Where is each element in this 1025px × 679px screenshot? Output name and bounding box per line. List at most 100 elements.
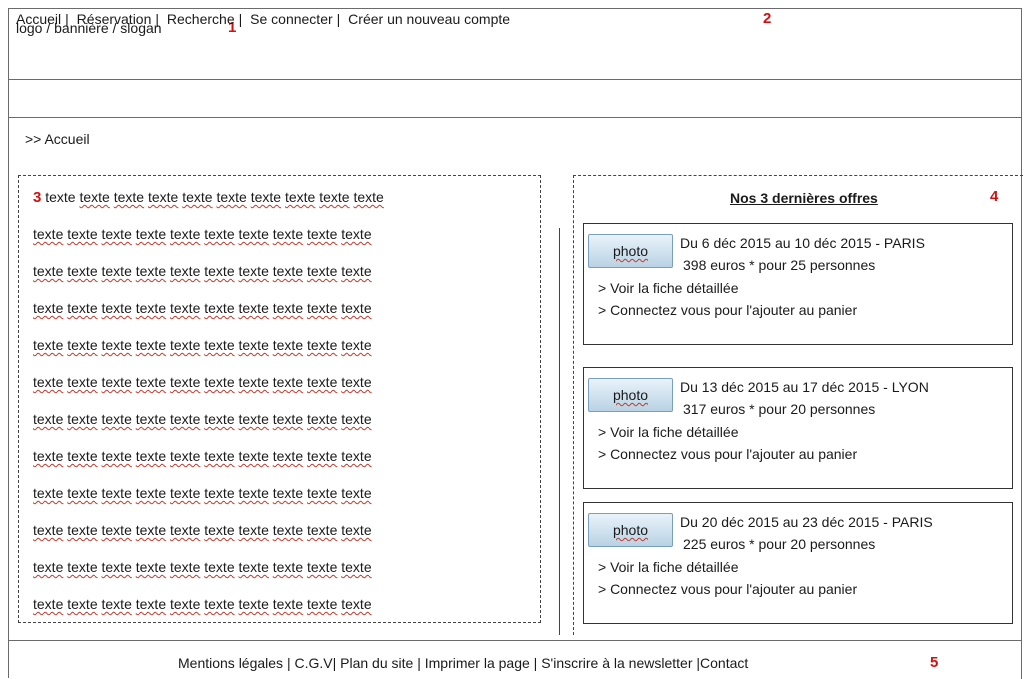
text-word: texte	[238, 226, 269, 242]
text-word: texte	[101, 374, 132, 390]
nav-link-reservation[interactable]: Réservation	[77, 11, 152, 27]
zone-marker-5: 5	[930, 654, 939, 671]
text-word: texte	[272, 596, 304, 612]
text-line: texte texte texte texte texte texte text…	[33, 594, 538, 614]
text-word: texte	[272, 448, 304, 464]
text-word: texte	[341, 411, 372, 427]
offer-price: 225 euros * pour 20 personnes	[683, 536, 876, 552]
photo-button[interactable]: photo	[588, 513, 673, 547]
text-word: texte	[135, 300, 167, 316]
offer-cart-link[interactable]: > Connectez vous pour l'ajouter au panie…	[598, 302, 857, 318]
nav-link-se-connecter[interactable]: Se connecter	[250, 11, 333, 27]
photo-button[interactable]: photo	[588, 378, 673, 412]
text-word: texte	[170, 374, 201, 390]
offer-dates: Du 20 déc 2015 au 23 déc 2015 - PARIS	[680, 514, 933, 530]
offer-details-link[interactable]: > Voir la fiche détaillée	[598, 559, 738, 575]
text-word: texte	[33, 374, 64, 390]
offer-cart-link[interactable]: > Connectez vous pour l'ajouter au panie…	[598, 581, 857, 597]
text-word: texte	[272, 300, 304, 316]
text-word: texte	[33, 337, 64, 353]
text-word: texte	[204, 337, 235, 353]
text-word: texte	[204, 522, 235, 538]
footer-link-contact[interactable]: Contact	[700, 655, 748, 671]
offer-card: photo Du 6 déc 2015 au 10 déc 2015 - PAR…	[583, 223, 1013, 345]
text-line: texte texte texte texte texte texte text…	[33, 372, 538, 392]
nav-link-recherche[interactable]: Recherche	[167, 11, 235, 27]
text-word: texte	[33, 559, 64, 575]
text-word: texte	[67, 411, 98, 427]
zone-marker-3: 3	[33, 189, 42, 206]
text-word: texte	[33, 485, 64, 501]
text-line: texte texte texte texte texte texte text…	[33, 335, 538, 355]
text-word: texte	[182, 189, 213, 205]
text-line: texte texte texte texte texte texte text…	[33, 446, 538, 466]
text-word: texte	[204, 485, 235, 501]
text-word: texte	[79, 189, 110, 205]
text-word: texte	[307, 226, 338, 242]
text-word: texte	[307, 596, 338, 612]
text-word: texte	[307, 448, 338, 464]
text-word: texte	[272, 337, 304, 353]
text-word: texte	[33, 226, 64, 242]
text-word: texte	[101, 337, 132, 353]
offer-cart-link[interactable]: > Connectez vous pour l'ajouter au panie…	[598, 446, 857, 462]
footer-link-imprimer[interactable]: Imprimer la page	[425, 655, 530, 671]
text-word: texte	[341, 448, 372, 464]
text-word: texte	[135, 448, 167, 464]
text-word: texte	[101, 263, 132, 279]
text-word: texte	[170, 522, 201, 538]
offer-details-link[interactable]: > Voir la fiche détaillée	[598, 280, 738, 296]
nav-link-accueil[interactable]: Accueil	[16, 11, 61, 27]
footer-link-newsletter[interactable]: S'inscrire à la newsletter	[541, 655, 692, 671]
text-word: texte	[101, 300, 132, 316]
text-word: texte	[272, 226, 304, 242]
text-word: texte	[341, 337, 372, 353]
column-divider	[559, 228, 560, 635]
text-word: texte	[204, 559, 235, 575]
text-word: texte	[33, 411, 64, 427]
text-word: texte	[135, 485, 167, 501]
text-word: texte	[135, 522, 167, 538]
text-word: texte	[238, 300, 269, 316]
text-line: texte texte texte texte texte texte text…	[33, 298, 538, 318]
text-word: texte	[307, 263, 338, 279]
nav-separator: |	[65, 11, 69, 27]
photo-label: photo	[612, 387, 649, 403]
text-word: texte	[170, 226, 201, 242]
text-lines: 3 texte texte texte texte texte texte te…	[33, 187, 538, 622]
text-word: texte	[101, 448, 132, 464]
offer-details-link[interactable]: > Voir la fiche détaillée	[598, 424, 738, 440]
text-line: texte texte texte texte texte texte text…	[33, 557, 538, 577]
text-word: texte	[238, 374, 269, 390]
text-word: texte	[204, 411, 235, 427]
text-word: texte	[33, 448, 64, 464]
text-word: texte	[272, 374, 304, 390]
text-word: texte	[307, 485, 338, 501]
text-word: texte	[216, 189, 247, 205]
offer-dates: Du 6 déc 2015 au 10 déc 2015 - PARIS	[680, 235, 925, 251]
footer-link-plan[interactable]: Plan du site	[340, 655, 413, 671]
text-word: texte	[341, 559, 372, 575]
offer-price: 398 euros * pour 25 personnes	[683, 257, 876, 273]
text-line: texte texte texte texte texte texte text…	[33, 483, 538, 503]
offer-card: photo Du 20 déc 2015 au 23 déc 2015 - PA…	[583, 502, 1013, 624]
offer-card: photo Du 13 déc 2015 au 17 déc 2015 - LY…	[583, 367, 1013, 489]
nav-separator: |	[336, 11, 341, 27]
text-word: texte	[170, 559, 201, 575]
text-word: texte	[341, 374, 372, 390]
photo-button[interactable]: photo	[588, 234, 673, 268]
text-word: texte	[341, 226, 372, 242]
text-word: texte	[204, 374, 235, 390]
nav-link-creer-compte[interactable]: Créer un nouveau compte	[348, 11, 510, 27]
footer-link-cgv[interactable]: C.G.V	[294, 655, 332, 671]
footer-link-mentions[interactable]: Mentions légales	[178, 655, 283, 671]
text-word: texte	[33, 522, 64, 538]
text-word: texte	[170, 485, 201, 501]
text-word: texte	[33, 300, 64, 316]
offer-dates: Du 13 déc 2015 au 17 déc 2015 - LYON	[680, 379, 929, 395]
text-word: texte	[170, 263, 201, 279]
text-word: texte	[101, 485, 132, 501]
text-line: texte texte texte texte texte texte text…	[33, 409, 538, 429]
text-word: texte	[204, 300, 235, 316]
breadcrumb: >> Accueil	[25, 131, 90, 147]
